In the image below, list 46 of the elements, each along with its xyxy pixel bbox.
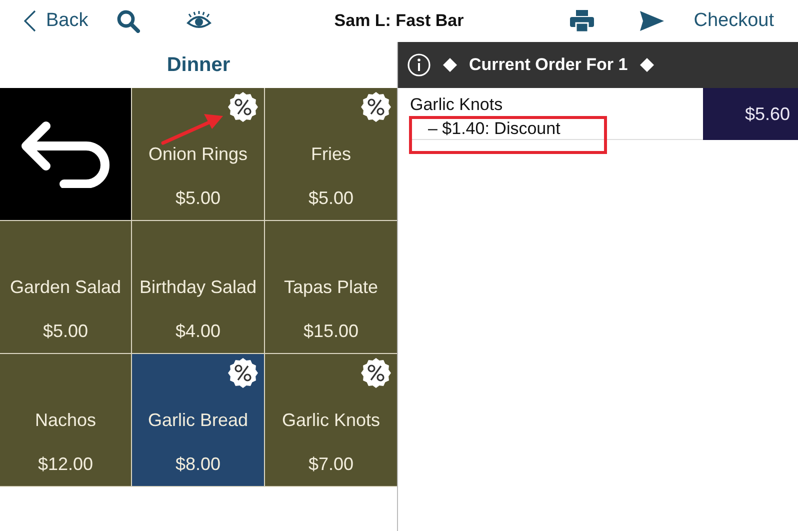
item-price: $7.00 — [307, 454, 355, 475]
diamond-icon — [443, 58, 457, 72]
search-icon[interactable] — [116, 9, 140, 33]
menu-item-tile[interactable]: Garden Salad $5.00 — [0, 221, 131, 353]
item-name: Nachos — [34, 410, 98, 431]
send-icon[interactable] — [640, 11, 664, 31]
back-button[interactable]: Back — [24, 10, 88, 32]
item-price: $4.00 — [174, 321, 222, 342]
discount-badge-icon — [361, 358, 391, 388]
print-icon[interactable] — [570, 10, 594, 32]
item-name: Garden Salad — [8, 277, 122, 298]
item-name: Onion Rings — [147, 144, 249, 165]
back-tile[interactable] — [0, 88, 131, 220]
menu-item-tile[interactable]: Fries $5.00 — [265, 88, 397, 220]
item-price: $5.00 — [307, 188, 355, 209]
discount-badge-icon — [228, 92, 258, 122]
info-icon[interactable] — [407, 53, 431, 77]
item-price: $8.00 — [174, 454, 222, 475]
category-title: Dinner — [166, 54, 230, 76]
window-title: Sam L: Fast Bar — [334, 11, 464, 30]
item-price-box: $5.60 — [703, 88, 798, 140]
menu-item-tile[interactable]: Nachos $12.00 — [0, 354, 131, 486]
menu-item-tile[interactable]: Garlic Bread $8.00 — [132, 354, 264, 486]
discount-badge-icon — [228, 358, 258, 388]
item-price: $12.00 — [36, 454, 94, 475]
item-name: Birthday Salad — [138, 277, 258, 298]
item-name: Garlic Bread — [146, 410, 250, 431]
chevron-left-icon — [24, 10, 36, 32]
discount-badge-icon — [361, 92, 391, 122]
menu-item-tile[interactable]: Tapas Plate $15.00 — [265, 221, 397, 353]
diamond-icon — [640, 58, 654, 72]
return-arrow-icon — [20, 120, 112, 188]
menu-item-tile[interactable]: Birthday Salad $4.00 — [132, 221, 264, 353]
item-price: $5.00 — [42, 321, 90, 342]
checkout-button[interactable]: Checkout — [694, 10, 774, 32]
item-price: $15.00 — [302, 321, 360, 342]
order-item-name: Garlic Knots — [410, 95, 503, 115]
eye-icon[interactable] — [186, 11, 212, 31]
order-title: Current Order For 1 — [469, 55, 628, 75]
discount-line: – $1.40: Discount — [428, 119, 560, 139]
item-name: Fries — [310, 144, 352, 165]
item-name: Garlic Knots — [280, 410, 382, 431]
item-name: Tapas Plate — [282, 277, 380, 298]
menu-item-tile[interactable]: Garlic Knots $7.00 — [265, 354, 397, 486]
menu-item-tile[interactable]: Onion Rings $5.00 — [132, 88, 264, 220]
item-price: $5.00 — [174, 188, 222, 209]
